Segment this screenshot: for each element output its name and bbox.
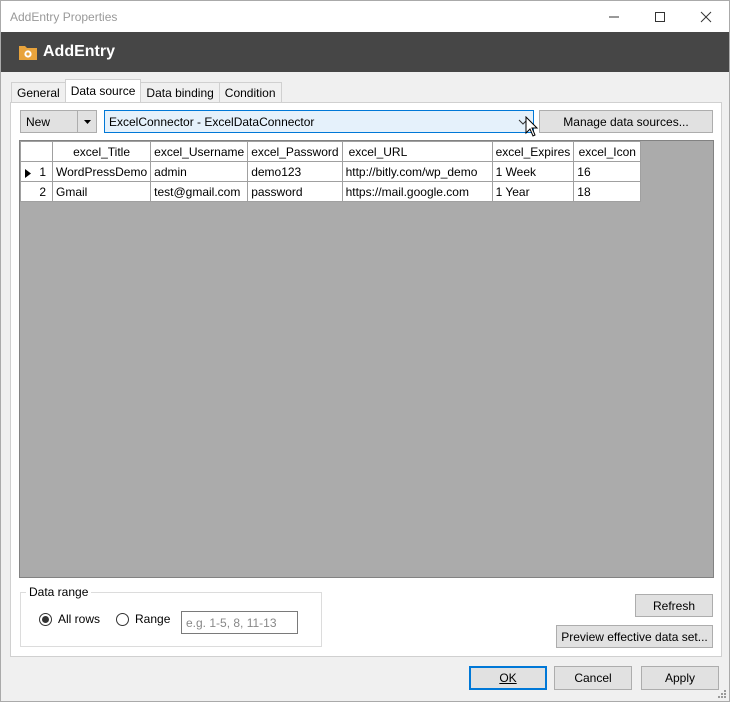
all-rows-radio[interactable]: All rows bbox=[39, 612, 100, 626]
mouse-cursor-icon bbox=[525, 116, 539, 137]
window-title: AddEntry Properties bbox=[10, 9, 118, 24]
current-row-arrow-icon bbox=[25, 168, 31, 178]
tab-general[interactable]: General bbox=[11, 82, 66, 102]
manage-data-sources-button[interactable]: Manage data sources... bbox=[539, 110, 713, 133]
new-button-label[interactable]: New bbox=[21, 111, 77, 132]
table-row[interactable]: 2 Gmail test@gmail.com password https://… bbox=[20, 181, 642, 202]
maximize-button[interactable] bbox=[637, 1, 683, 32]
cancel-button-label: Cancel bbox=[574, 671, 612, 685]
column-header-username[interactable]: excel_Username bbox=[150, 141, 249, 162]
range-label: Range bbox=[135, 612, 171, 626]
table-row[interactable]: 1 WordPressDemo admin demo123 http://bit… bbox=[20, 161, 642, 182]
cell-username[interactable]: admin bbox=[150, 161, 249, 182]
folder-gear-icon bbox=[19, 46, 37, 60]
cell-username[interactable]: test@gmail.com bbox=[150, 181, 249, 202]
row-number: 2 bbox=[39, 184, 46, 199]
caret-down-icon bbox=[83, 119, 91, 124]
data-source-value: ExcelConnector - ExcelDataConnector bbox=[109, 114, 315, 129]
resize-grip-icon[interactable] bbox=[717, 689, 727, 699]
cell-url[interactable]: https://mail.google.com bbox=[341, 181, 493, 202]
radio-checked-icon bbox=[39, 612, 52, 626]
dialog-window: AddEntry Properties AddEntry General Dat… bbox=[0, 0, 730, 702]
grid-header-row: excel_Title excel_Username excel_Passwor… bbox=[20, 141, 642, 162]
data-grid[interactable]: excel_Title excel_Username excel_Passwor… bbox=[19, 140, 714, 578]
cell-password[interactable]: password bbox=[247, 181, 343, 202]
tab-condition[interactable]: Condition bbox=[218, 82, 282, 102]
data-source-select[interactable]: ExcelConnector - ExcelDataConnector bbox=[104, 110, 534, 133]
minimize-button[interactable] bbox=[591, 1, 637, 32]
cell-icon[interactable]: 18 bbox=[573, 181, 642, 202]
row-number: 1 bbox=[39, 164, 46, 179]
cancel-button[interactable]: Cancel bbox=[554, 666, 632, 690]
close-button[interactable] bbox=[683, 1, 729, 32]
radio-unchecked-icon bbox=[116, 612, 129, 626]
cell-icon[interactable]: 16 bbox=[573, 161, 642, 182]
row-header-1[interactable]: 1 bbox=[20, 161, 53, 182]
close-icon bbox=[700, 11, 712, 22]
tab-data-binding[interactable]: Data binding bbox=[140, 82, 220, 102]
header-title: AddEntry bbox=[43, 43, 115, 60]
data-range-legend: Data range bbox=[26, 585, 92, 599]
row-header-2[interactable]: 2 bbox=[20, 181, 53, 202]
tab-data-source[interactable]: Data source bbox=[64, 79, 142, 102]
maximize-icon bbox=[655, 11, 665, 22]
range-radio[interactable]: Range bbox=[116, 612, 170, 626]
ok-button-label: OK bbox=[499, 671, 517, 685]
column-header-title[interactable]: excel_Title bbox=[51, 141, 152, 162]
column-header-password[interactable]: excel_Password bbox=[247, 141, 343, 162]
minimize-icon bbox=[609, 16, 619, 17]
column-header-url[interactable]: excel_URL bbox=[341, 141, 493, 162]
header-band: AddEntry bbox=[1, 32, 729, 72]
cell-password[interactable]: demo123 bbox=[247, 161, 343, 182]
preview-data-set-button[interactable]: Preview effective data set... bbox=[556, 625, 713, 648]
new-dropdown-arrow[interactable] bbox=[77, 111, 96, 132]
refresh-button[interactable]: Refresh bbox=[635, 594, 713, 617]
cell-title[interactable]: WordPressDemo bbox=[51, 161, 152, 182]
column-header-icon[interactable]: excel_Icon bbox=[573, 141, 642, 162]
apply-button[interactable]: Apply bbox=[641, 666, 719, 690]
cell-expires[interactable]: 1 Year bbox=[491, 181, 575, 202]
apply-button-label: Apply bbox=[664, 671, 696, 685]
cell-title[interactable]: Gmail bbox=[51, 181, 152, 202]
grid-corner-cell bbox=[20, 141, 53, 162]
title-bar: AddEntry Properties bbox=[1, 1, 729, 32]
cell-url[interactable]: http://bitly.com/wp_demo bbox=[341, 161, 493, 182]
ok-button[interactable]: OK bbox=[469, 666, 547, 690]
range-input[interactable] bbox=[181, 611, 298, 634]
cell-expires[interactable]: 1 Week bbox=[491, 161, 575, 182]
new-split-button[interactable]: New bbox=[20, 110, 97, 133]
column-header-expires[interactable]: excel_Expires bbox=[491, 141, 575, 162]
all-rows-label: All rows bbox=[58, 612, 101, 626]
tab-strip: General Data source Data binding Conditi… bbox=[11, 79, 282, 102]
